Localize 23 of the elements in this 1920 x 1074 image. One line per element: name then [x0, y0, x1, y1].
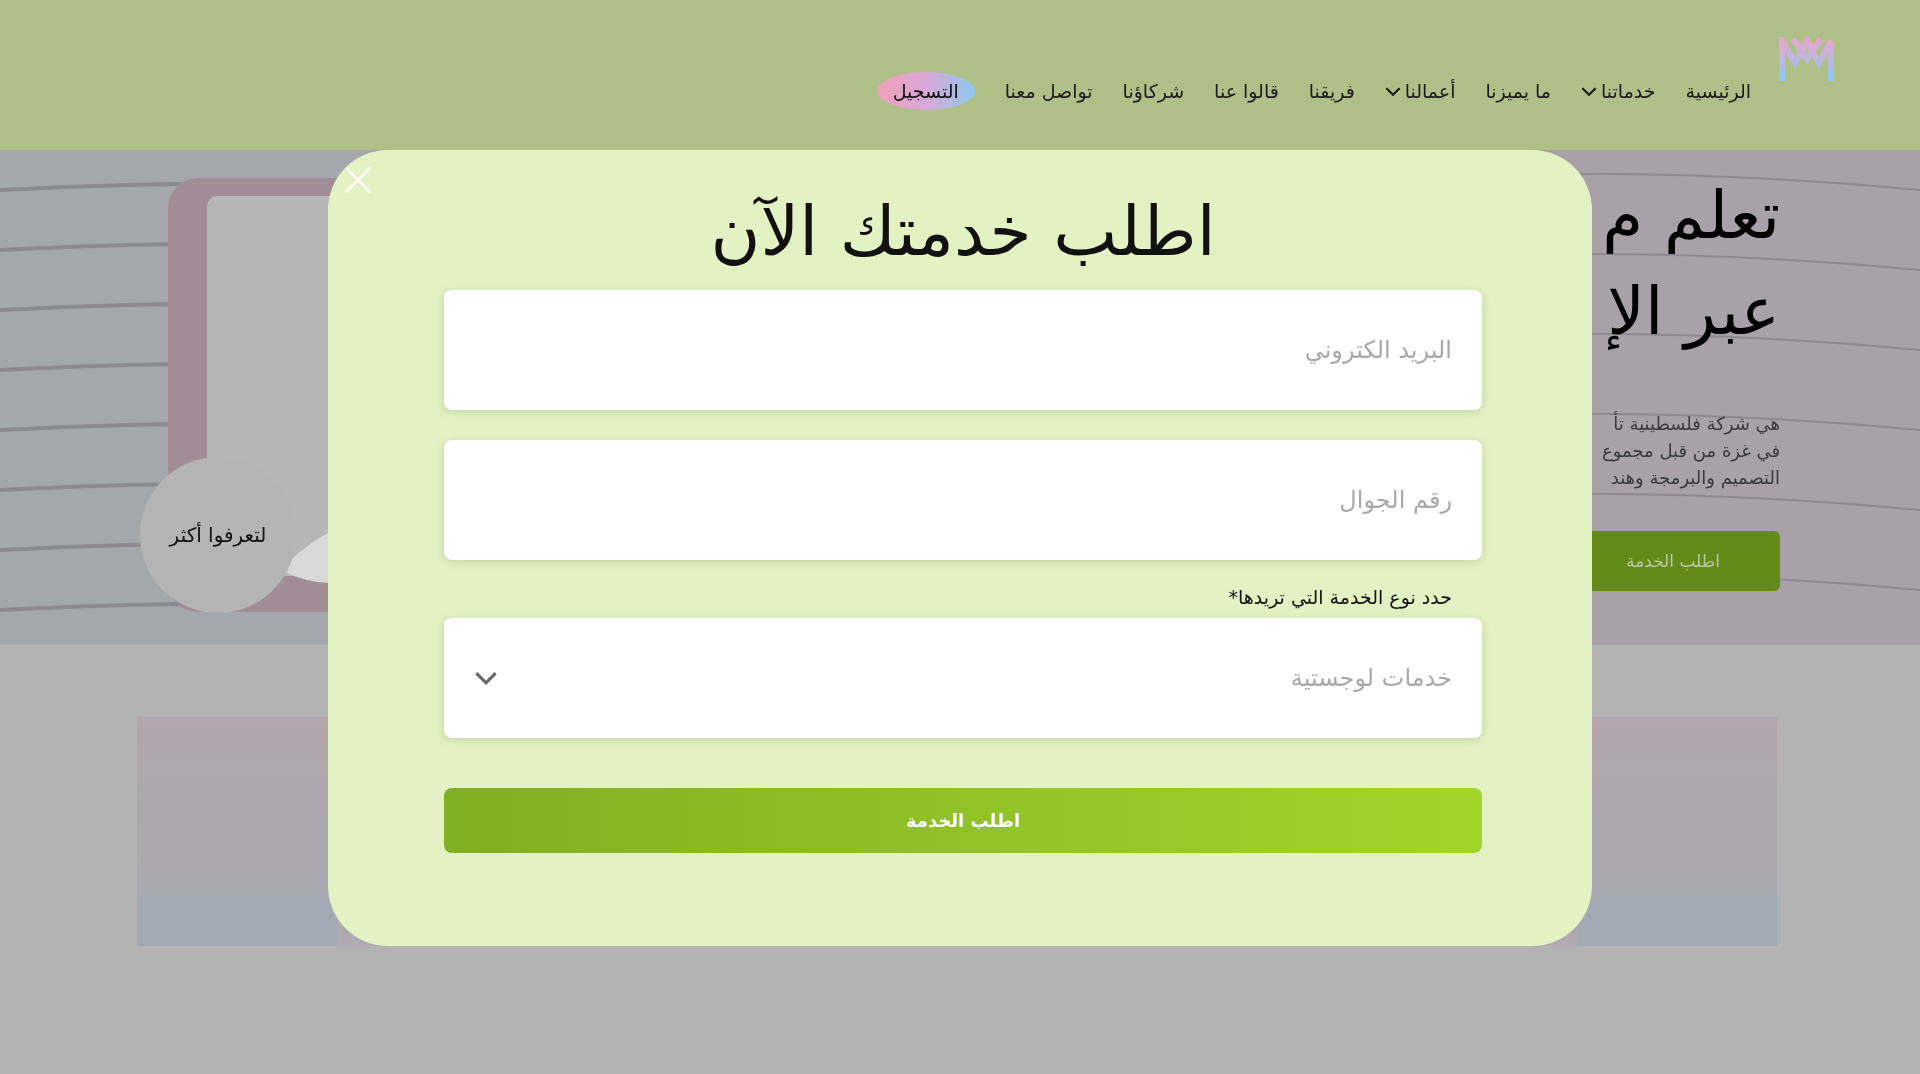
input-field[interactable]: البريد الكتروني: [444, 290, 1482, 410]
nav-link[interactable]: تواصل معنا: [1004, 80, 1093, 102]
nav-link[interactable]: فريقنا: [1308, 80, 1355, 102]
register-button[interactable]: التسجيل: [876, 72, 975, 110]
nav-link[interactable]: الرئيسية: [1685, 80, 1751, 102]
nav-link[interactable]: قالوا عنا: [1214, 80, 1279, 102]
logo-icon[interactable]: [1779, 37, 1835, 83]
nav-link[interactable]: خدماتنا: [1581, 80, 1656, 102]
nav-link[interactable]: أعمالنا: [1384, 80, 1456, 102]
field-label: حدد نوع الخدمة التي تريدها*: [1227, 586, 1453, 608]
hero-description: التصميم والبرمجة وهند: [1609, 466, 1780, 491]
close-icon[interactable]: [344, 166, 372, 194]
chevron-down-icon: [1384, 85, 1401, 97]
input-field[interactable]: رقم الجوال: [444, 440, 1482, 560]
nav-link[interactable]: شركاؤنا: [1122, 80, 1185, 102]
chevron-down-icon: [474, 670, 498, 686]
hero-description: في غزة من قبل مجموع: [1602, 439, 1780, 464]
chevron-down-icon: [1581, 85, 1598, 97]
hero-title: عبر الإ: [1607, 272, 1780, 352]
hero-title: تعلم م: [1602, 176, 1780, 256]
modal-title: اطلب خدمتك الآن: [709, 191, 1217, 273]
hero-description: هي شركة فلسطينية تأ: [1612, 410, 1780, 437]
nav-link[interactable]: ما يميزنا: [1485, 80, 1552, 102]
